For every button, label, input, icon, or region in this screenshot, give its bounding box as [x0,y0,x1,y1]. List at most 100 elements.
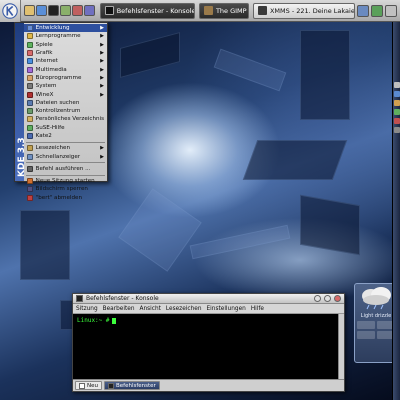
kmenu-item-label: Persönliches Verzeichnis [35,116,104,123]
kmenu-item[interactable]: SuSE-Hilfe [24,124,107,132]
panel-app-icon[interactable] [394,82,400,88]
panel-app-icon[interactable] [394,127,400,133]
submenu-arrow-icon: ▶ [100,153,104,160]
tab-befehlsfenster-label: Befehlsfenster [115,382,156,389]
kmenu-item-label: Multimedia [35,66,67,73]
submenu-arrow-icon: ▶ [100,58,104,65]
rain-cloud-icon [362,287,391,310]
submenu-arrow-icon: ▶ [100,66,104,73]
desktop-icon[interactable] [83,5,95,16]
home-icon[interactable] [23,5,35,16]
kmenu-item[interactable]: Kate2 [24,132,107,140]
kmenu-item-label: Entwicklung [35,25,70,32]
kmenu-item[interactable]: Spiele ▶ [24,41,107,49]
close-button[interactable] [334,295,341,302]
help-icon[interactable] [71,5,83,16]
kde-menu-button[interactable] [0,0,21,22]
kmenu-item[interactable]: "bert" abmelden [24,194,107,202]
kmenu-item-icon [26,116,33,123]
submenu-arrow-icon: ▶ [100,50,104,57]
konsole-menu-item[interactable]: Einstellungen [207,306,246,312]
right-side-panel [392,22,400,400]
kmenu-item-label: Schnellanzeiger [35,153,81,160]
kmenu-item[interactable]: Internet ▶ [24,57,107,65]
konsole-titlebar[interactable]: Befehlsfenster - Konsole [73,294,344,304]
menu-separator [25,141,105,143]
kmenu-item[interactable]: Dateien suchen [24,99,107,107]
task-konsole[interactable]: Befehlsfenster - Konsole [99,2,195,19]
new-session-button[interactable]: Neu [75,381,102,390]
panel-app-icon[interactable] [394,109,400,115]
kmenu-item[interactable]: Lesezeichen ▶ [24,144,107,152]
kmenu-side-banner: KDE 3.3 [15,23,27,181]
submenu-arrow-icon: ▶ [100,25,104,32]
tray-network-icon[interactable] [371,4,383,17]
panel-app-icon[interactable] [394,118,400,124]
kmenu-item-icon [26,74,33,81]
terminal-scrollbar[interactable] [338,314,344,379]
kmenu-item[interactable]: Multimedia ▶ [24,65,107,73]
editor-icon[interactable] [59,5,71,16]
terminal-area[interactable]: Linux:~ # [73,314,344,379]
kmenu-item-label: Befehl ausführen ... [35,165,91,172]
konsole-window-icon[interactable] [76,295,83,302]
kmenu-item[interactable]: Entwicklung ▶ [23,24,107,33]
kmenu-item-label: Grafik [35,50,53,57]
konsole-menu-item[interactable]: Sitzung [76,306,98,312]
kmenu-item[interactable]: Schnellanzeiger ▶ [24,152,107,160]
konsole-menu-item[interactable]: Lesezeichen [166,306,202,312]
kmenu-item-label: Neue Sitzung starten [35,178,95,185]
panel-app-icon[interactable] [394,91,400,97]
kmenu-item[interactable]: Lernprogramme ▶ [24,32,107,40]
task-gimp-label: The GIMP [215,6,247,15]
kmenu-item-label: System [35,83,57,90]
task-gimp[interactable]: The GIMP [198,2,249,19]
kmenu-item-icon [26,178,33,185]
kmenu-item-label: Lernprogramme [35,33,81,40]
kmenu-item[interactable]: Bildschirm sperren [24,185,107,193]
kmenu-item[interactable]: Kontrollzentrum [24,107,107,115]
maximize-button[interactable] [324,295,331,302]
tray-app-icon[interactable] [357,4,369,17]
kmenu-item[interactable]: System ▶ [24,82,107,90]
task-konsole-label: Befehlsfenster - Konsole [116,6,195,15]
konsole-menu-item[interactable]: Hilfe [251,306,264,312]
konsole-tabbar: Neu Befehlsfenster [73,379,344,391]
forecast-cell [357,331,375,339]
kmenu-item-icon [26,165,33,172]
minimize-button[interactable] [314,295,321,302]
kmenu-item-icon [26,153,33,160]
terminal-icon[interactable] [47,5,59,16]
kmenu-item-icon [26,25,33,32]
browser-icon[interactable] [35,5,47,16]
tray-volume-icon[interactable] [385,4,397,17]
kmenu-item[interactable]: Büroprogramme ▶ [24,74,107,82]
kmenu-item-label: Büroprogramme [35,74,82,81]
kmenu-item[interactable]: Befehl ausführen ... [24,165,107,173]
kmenu-item-label: Bildschirm sperren [35,186,88,193]
kmenu-item[interactable]: WineX ▶ [24,90,107,98]
kmenu-item-icon [26,108,33,115]
menu-separator [25,162,105,164]
kmenu-item[interactable]: Grafik ▶ [24,49,107,57]
kmenu-item[interactable]: Persönliches Verzeichnis [24,115,107,123]
konsole-menu-item[interactable]: Ansicht [140,306,161,312]
task-xmms[interactable]: XMMS - 221. Deine Lakaien - Pri [252,2,355,19]
kde-logo-icon [2,2,18,19]
text-cursor [111,317,116,324]
kmenu-item-icon [26,50,33,57]
konsole-menu-item[interactable]: Bearbeiten [103,306,135,312]
submenu-arrow-icon: ▶ [100,41,104,48]
gimp-icon [203,6,213,15]
kmenu-item[interactable]: Neue Sitzung starten [24,177,107,185]
tab-befehlsfenster[interactable]: Befehlsfenster [103,381,160,390]
konsole-title: Befehlsfenster - Konsole [86,295,159,302]
kmenu-item-label: Lesezeichen [35,145,70,152]
submenu-arrow-icon: ▶ [100,33,104,40]
panel-app-icon[interactable] [394,100,400,106]
new-session-label: Neu [87,382,98,389]
kmenu-item-label: Dateien suchen [35,99,80,106]
kmenu-item-icon [26,83,33,90]
konsole-menubar: Sitzung Bearbeiten Ansicht Lesezeichen Einst… [73,304,344,314]
kmenu-item-icon [26,99,33,106]
